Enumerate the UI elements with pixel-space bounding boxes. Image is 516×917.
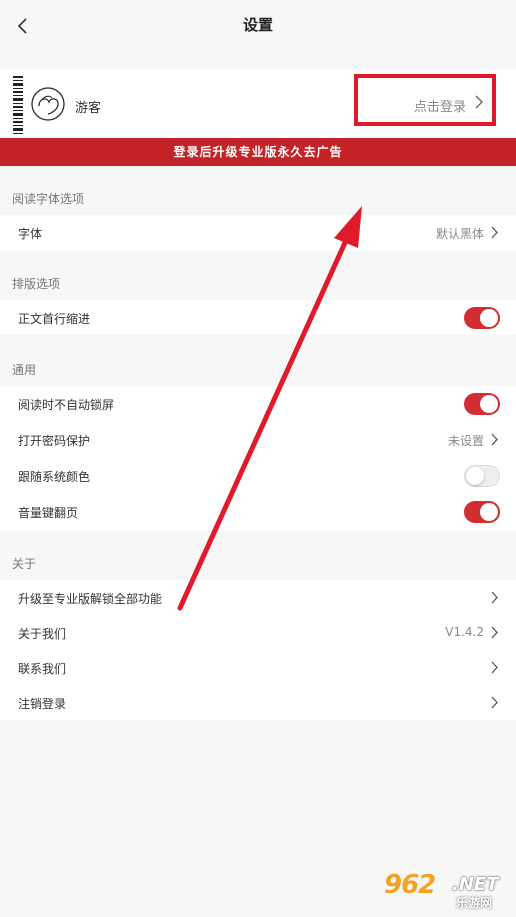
avatar[interactable] [30,86,66,122]
row-label: 注销登录 [18,697,67,711]
watermark-logo: 962 .NET 乐游网 [378,866,512,912]
section-label-font: 阅读字体选项 [12,192,85,206]
chevron-right-icon [491,433,498,446]
chevron-right-icon [491,591,498,604]
row-first-line-indent: 正文首行缩进 [0,300,516,335]
watermark-domain: .NET [452,874,499,895]
row-label: 跟随系统颜色 [18,470,91,484]
row-password-protection[interactable]: 打开密码保护 未设置 [0,422,516,457]
section-label-layout: 排版选项 [12,277,61,291]
toggle-knob [480,309,498,327]
chevron-right-icon [491,626,498,639]
chevron-right-icon [491,661,498,674]
row-logout[interactable]: 注销登录 [0,685,516,720]
row-label: 阅读时不自动锁屏 [18,398,115,412]
chevron-right-icon [491,696,498,709]
login-label: 点击登录 [413,100,466,115]
row-follow-system-color: 跟随系统颜色 [0,458,516,493]
group-font: 字体 默认黑体 [0,215,516,250]
row-about-us[interactable]: 关于我们 V1.4.2 [0,615,516,650]
indent-toggle[interactable] [464,307,500,329]
chevron-right-icon [491,226,498,239]
row-volume-key-page: 音量键翻页 [0,494,516,529]
watermark-cn: 乐游网 [456,896,493,910]
nickname: 游客 [75,101,102,116]
group-about: 升级至专业版解锁全部功能 关于我们 V1.4.2 联系我们 注销登录 [0,580,516,720]
toggle-knob [480,503,498,521]
row-label: 联系我们 [18,662,67,676]
row-label: 打开密码保护 [18,434,91,448]
section-label-about: 关于 [12,557,37,571]
section-label-general: 通用 [12,363,37,377]
barcode-icon [12,74,24,136]
row-font[interactable]: 字体 默认黑体 [0,215,516,250]
row-label: 升级至专业版解锁全部功能 [18,592,163,606]
row-contact-us[interactable]: 联系我们 [0,650,516,685]
row-label: 音量键翻页 [18,506,79,520]
nav-bar: 设置 [0,0,516,52]
row-no-auto-lock: 阅读时不自动锁屏 [0,386,516,421]
toggle-knob [466,467,484,485]
page-title: 设置 [242,16,273,34]
version-label: V1.4.2 [445,625,484,639]
row-label: 关于我们 [18,627,67,641]
toggle-knob [480,395,498,413]
row-label: 正文首行缩进 [18,312,91,326]
watermark-number: 962 [384,870,436,900]
row-value: 默认黑体 [435,227,484,241]
chevron-right-icon [475,95,483,109]
volume-key-page-toggle[interactable] [464,501,500,523]
upgrade-banner[interactable]: 登录后升级专业版永久去广告 [0,138,516,166]
row-label: 字体 [18,227,43,241]
follow-system-color-toggle[interactable] [464,465,500,487]
login-button[interactable]: 点击登录 [354,74,496,126]
no-auto-lock-toggle[interactable] [464,393,500,415]
group-layout: 正文首行缩进 [0,300,516,335]
group-general: 阅读时不自动锁屏 打开密码保护 未设置 跟随系统颜色 音量键翻页 [0,386,516,530]
row-upgrade-pro[interactable]: 升级至专业版解锁全部功能 [0,580,516,615]
row-value: 未设置 [447,434,484,448]
